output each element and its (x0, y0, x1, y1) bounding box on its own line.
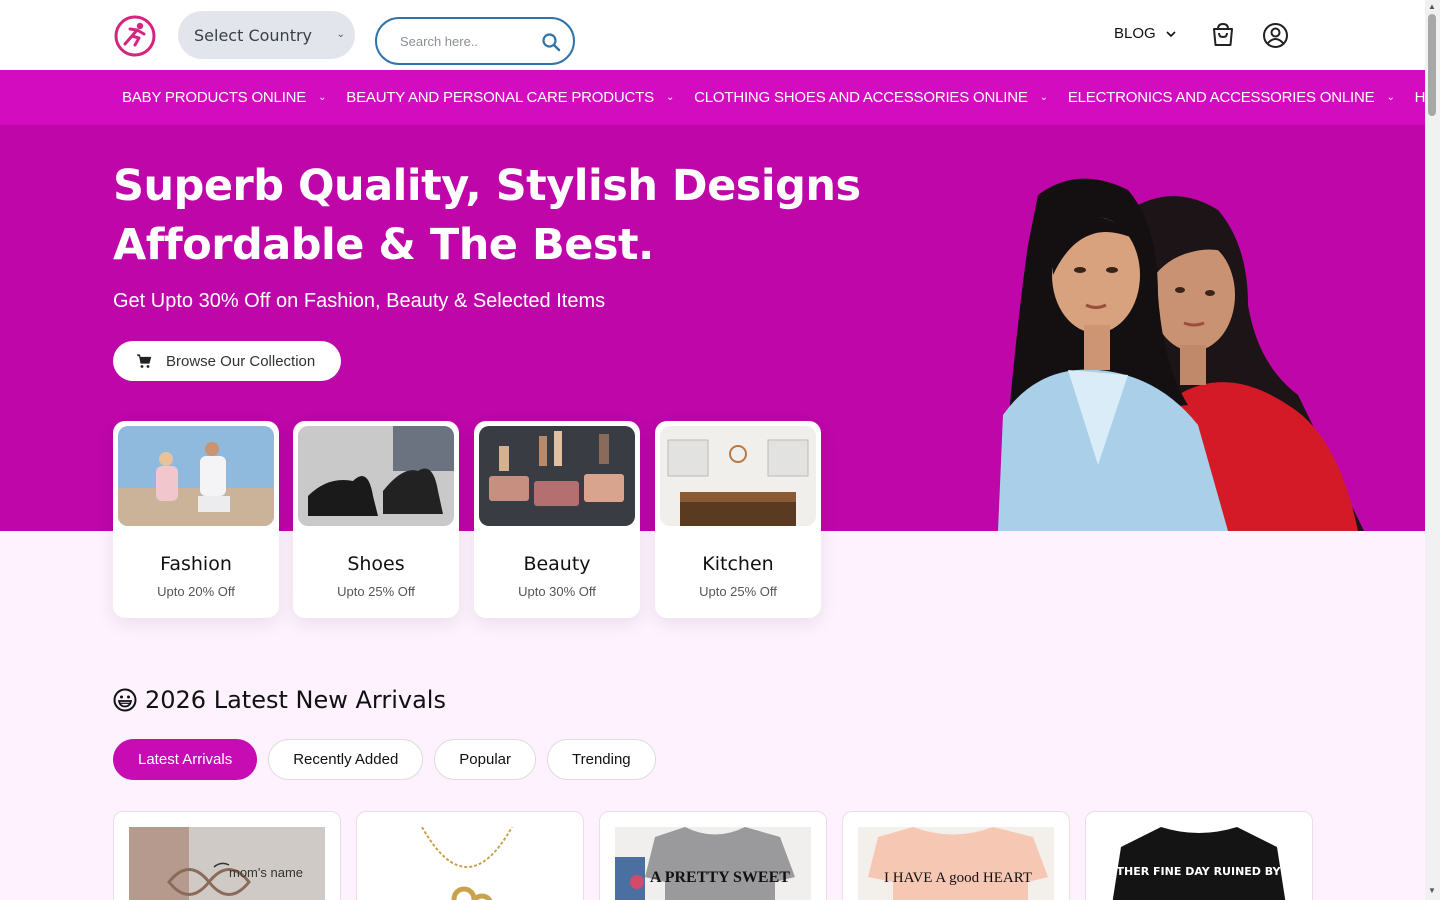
category-card-shoes[interactable]: Shoes Upto 25% Off (293, 421, 459, 618)
category-discount: Upto 25% Off (337, 584, 415, 599)
product-card[interactable]: A PRETTY SWEET (599, 811, 827, 900)
nav-item-label: BABY PRODUCTS ONLINE (122, 89, 307, 106)
grin-emoji-icon (113, 688, 137, 712)
product-image-sweatshirt-black: ANOTHER FINE DAY RUINED BY THE (1101, 827, 1297, 900)
product-image-bracelet: mom's name (129, 827, 325, 900)
category-title: Kitchen (702, 553, 774, 575)
shirt-print-text: I HAVE A good HEART (884, 870, 1032, 886)
nav-item-beauty[interactable]: BEAUTY AND PERSONAL CARE PRODUCTS ⌄ (346, 89, 674, 106)
category-image-kitchen (660, 426, 816, 526)
hero-models-image (998, 178, 1364, 531)
chevron-down-icon: ⌄ (665, 92, 675, 103)
product-card[interactable]: mom's name (113, 811, 341, 900)
category-title: Fashion (160, 553, 232, 575)
tab-popular[interactable]: Popular (434, 739, 536, 780)
chevron-down-icon: ⌄ (1386, 92, 1395, 103)
nav-item-electronics[interactable]: ELECTRONICS AND ACCESSORIES ONLINE ⌄ (1068, 89, 1395, 106)
category-discount: Upto 30% Off (518, 584, 596, 599)
category-image-beauty (479, 426, 635, 526)
product-card[interactable] (356, 811, 584, 900)
blog-label: BLOG (1114, 25, 1156, 42)
category-card-beauty[interactable]: Beauty Upto 30% Off (474, 421, 640, 618)
product-image-necklace (372, 827, 568, 900)
category-nav: BABY PRODUCTS ONLINE ⌄ BEAUTY AND PERSONA… (0, 70, 1425, 125)
arrivals-tabs: Latest Arrivals Recently Added Popular T… (113, 739, 656, 780)
hero-title-line2: Affordable & The Best. (113, 220, 654, 270)
country-select-label: Select Country (194, 25, 313, 45)
hero-subtitle: Get Upto 30% Off on Fashion, Beauty & Se… (113, 290, 606, 312)
bracelet-engraving-text: mom's name (229, 865, 303, 880)
arrivals-title: 2026 Latest New Arrivals (145, 686, 446, 714)
category-card-fashion[interactable]: Fashion Upto 20% Off (113, 421, 279, 618)
user-circle-icon[interactable] (1262, 22, 1289, 49)
nav-item-clothing[interactable]: CLOTHING SHOES AND ACCESSORIES ONLINE ⌄ (694, 89, 1048, 106)
category-discount: Upto 20% Off (157, 584, 235, 599)
category-discount: Upto 25% Off (699, 584, 777, 599)
category-title: Shoes (347, 553, 405, 575)
hero-title-line1: Superb Quality, Stylish Designs (113, 161, 861, 211)
product-image-tshirt-gray: A PRETTY SWEET (615, 827, 811, 900)
nav-item-label: HOME AND (1414, 89, 1425, 106)
chevron-down-icon: ⌄ (1039, 92, 1048, 103)
page-scrollbar[interactable]: ▲ ▼ (1425, 0, 1440, 900)
browse-collection-button[interactable]: Browse Our Collection (113, 341, 341, 381)
shopping-bag-icon[interactable] (1210, 22, 1236, 48)
product-card[interactable]: I HAVE A good HEART (842, 811, 1070, 900)
category-card-kitchen[interactable]: Kitchen Upto 25% Off (655, 421, 821, 618)
search-box[interactable]: Search here.. (375, 17, 575, 65)
product-card[interactable]: ANOTHER FINE DAY RUINED BY THE (1085, 811, 1313, 900)
scroll-up-arrow-icon[interactable]: ▲ (1428, 2, 1436, 11)
chevron-down-icon: ⌄ (318, 92, 327, 103)
category-image-fashion (118, 426, 274, 526)
chevron-down-icon: ⌄ (336, 29, 345, 40)
browse-collection-label: Browse Our Collection (166, 352, 316, 370)
shirt-print-text: A PRETTY SWEET (650, 869, 790, 886)
shirt-print-text: ANOTHER FINE DAY RUINED BY THE (1101, 865, 1297, 878)
product-image-tshirt-peach: I HAVE A good HEART (858, 827, 1054, 900)
arrivals-heading: 2026 Latest New Arrivals (113, 686, 446, 714)
nav-item-label: CLOTHING SHOES AND ACCESSORIES ONLINE (694, 89, 1028, 106)
tab-trending[interactable]: Trending (547, 739, 656, 780)
country-select[interactable]: Select Country ⌄ (178, 11, 355, 59)
search-icon[interactable] (541, 32, 561, 52)
chevron-down-icon (1166, 30, 1176, 37)
category-title: Beauty (523, 553, 591, 575)
scrollbar-thumb[interactable] (1428, 14, 1436, 116)
tab-latest-arrivals[interactable]: Latest Arrivals (113, 739, 258, 780)
nav-item-home[interactable]: HOME AND (1415, 89, 1425, 106)
cart-icon (137, 354, 152, 368)
search-input[interactable]: Search here.. (400, 34, 478, 49)
nav-item-label: ELECTRONICS AND ACCESSORIES ONLINE (1067, 89, 1375, 106)
nav-item-baby-products[interactable]: BABY PRODUCTS ONLINE ⌄ (122, 89, 327, 106)
hero-title: Superb Quality, Stylish Designs Affordab… (113, 157, 861, 275)
blog-menu[interactable]: BLOG (1114, 25, 1176, 42)
logo-icon[interactable] (113, 14, 157, 58)
scroll-down-arrow-icon[interactable]: ▼ (1428, 886, 1436, 895)
nav-item-label: BEAUTY AND PERSONAL CARE PRODUCTS (346, 89, 654, 106)
tab-recently-added[interactable]: Recently Added (268, 739, 424, 780)
category-image-shoes (298, 426, 454, 526)
site-header: Select Country ⌄ Search here.. BLOG (0, 0, 1425, 70)
